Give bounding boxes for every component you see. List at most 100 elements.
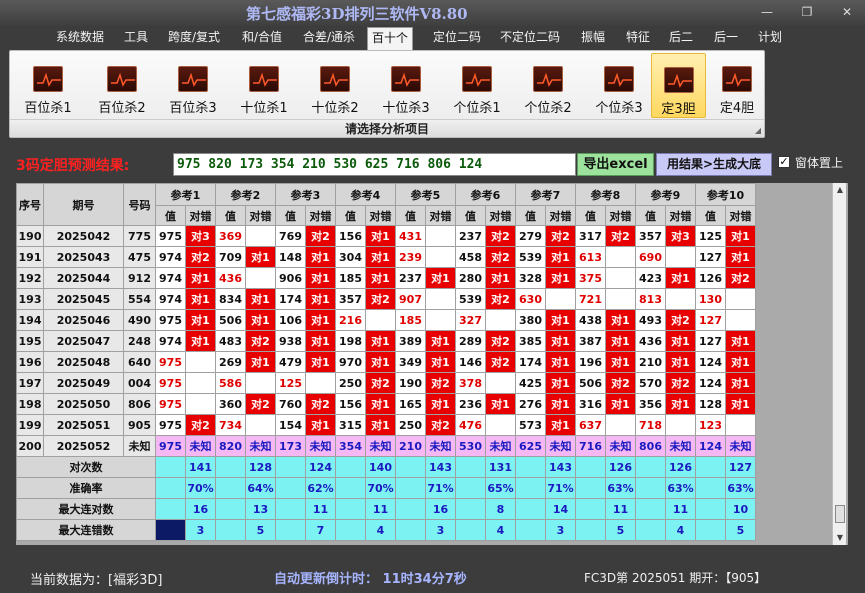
menu-item-3[interactable]: 和/合值 <box>242 29 282 46</box>
ribbon-button-0[interactable]: 百位杀1 <box>13 53 83 118</box>
table-row[interactable]: 194 2025046 490 975 对1 506 对1 106 对1 216 185 327 380… <box>16 309 756 331</box>
prediction-label: 3码定胆预测结果: <box>16 158 130 174</box>
table-row[interactable]: 190 2025042 775 975 对3 369 769 对2 156 对1 431 237 对2 2… <box>16 225 756 247</box>
menu-item-4[interactable]: 合差/通杀 <box>303 29 355 46</box>
ribbon-button-8[interactable]: 个位杀3 <box>585 53 653 118</box>
hit-status-cell: 对1 <box>605 393 636 415</box>
ref-value-cell: 974 <box>155 246 186 268</box>
hit-status-cell: 对1 <box>545 393 576 415</box>
hit-status-cell: 对2 <box>665 309 696 331</box>
hit-status-cell: 对1 <box>365 225 396 247</box>
ref-value-cell: 156 <box>335 225 366 247</box>
stats-row: 最大连错数 3 5 7 4 3 4 3 5 4 5 <box>16 519 756 541</box>
ref-value-cell: 237 <box>395 267 426 289</box>
generate-base-button[interactable]: 用结果>生成大底 <box>656 153 772 176</box>
menu-item-8[interactable]: 振幅 <box>581 29 605 46</box>
ref-value-cell: 436 <box>635 330 666 352</box>
prediction-value-cell: 820 <box>215 435 246 457</box>
minimize-icon[interactable]: — <box>760 6 774 18</box>
title-bar: 第七感福彩3D排列三软件V8.80 — ❐ ✕ <box>0 0 865 26</box>
row-period: 2025044 <box>43 267 124 289</box>
ref-value-cell: 375 <box>575 267 606 289</box>
ribbon-button-6[interactable]: 个位杀1 <box>443 53 511 118</box>
ref-value-cell: 328 <box>515 267 546 289</box>
ribbon-button-7[interactable]: 个位杀2 <box>514 53 582 118</box>
ref-value-cell: 196 <box>575 351 606 373</box>
stats-value-cell: 124 <box>305 456 336 478</box>
hit-status-cell <box>485 414 516 436</box>
menu-item-2[interactable]: 跨度/复式 <box>168 29 220 46</box>
maximize-icon[interactable]: ❐ <box>800 6 814 18</box>
ref-value-cell: 279 <box>515 225 546 247</box>
stats-pad-cell <box>455 498 486 520</box>
chart-icon <box>391 66 421 92</box>
table-row[interactable]: 198 2025050 806 975 360 对2 760 对2 156 对1 165 对1 236 对… <box>16 393 756 415</box>
menu-item-1[interactable]: 工具 <box>124 29 148 46</box>
stats-pad-cell <box>635 498 666 520</box>
ribbon-button-2[interactable]: 百位杀3 <box>159 53 227 118</box>
ribbon-button-10[interactable]: 定4胆 <box>713 53 761 118</box>
col-header-ref-1: 参考1 <box>155 183 216 206</box>
hit-status-cell: 对1 <box>545 267 576 289</box>
table-row[interactable]: 192 2025044 912 974 对1 436 906 对1 185 对1 237 对1 280 对… <box>16 267 756 289</box>
hit-status-cell: 对1 <box>725 330 756 352</box>
ribbon-button-9[interactable]: 定3胆 <box>651 53 706 118</box>
menu-item-7[interactable]: 不定位二码 <box>500 29 560 46</box>
ribbon-launcher-icon[interactable]: ◢ <box>755 126 761 135</box>
prediction-result-field[interactable]: 975 820 173 354 210 530 625 716 806 124 <box>173 153 576 176</box>
menu-item-9[interactable]: 特征 <box>626 29 650 46</box>
menu-item-10[interactable]: 后二 <box>669 29 693 46</box>
ref-value-cell: 165 <box>395 393 426 415</box>
ribbon-button-1[interactable]: 百位杀2 <box>88 53 156 118</box>
prediction-value-cell: 354 <box>335 435 366 457</box>
menu-item-5[interactable]: 百十个 <box>367 27 414 50</box>
ref-value-cell: 479 <box>275 351 306 373</box>
sub-header-duicuo: 对错 <box>305 205 336 226</box>
stats-value-cell: 3 <box>185 519 216 541</box>
table-row[interactable]: 197 2025049 004 975 586 125 250 对2 190 对2 378 425 对1… <box>16 372 756 394</box>
ref-value-cell: 539 <box>455 288 486 310</box>
ribbon-button-5[interactable]: 十位杀3 <box>372 53 440 118</box>
hit-status-cell: 对1 <box>665 267 696 289</box>
ribbon-button-label: 百位杀3 <box>169 101 217 116</box>
stats-value-cell: 5 <box>725 519 756 541</box>
ref-value-cell: 316 <box>575 393 606 415</box>
stats-value-cell: 62% <box>305 477 336 499</box>
topmost-checkbox[interactable]: ✓ <box>778 156 790 168</box>
scroll-up-icon[interactable]: ▲ <box>833 183 847 197</box>
menu-item-6[interactable]: 定位二码 <box>433 29 481 46</box>
table-row[interactable]: 199 2025051 905 975 对2 734 154 对1 315 对1 250 对2 476 5… <box>16 414 756 436</box>
prediction-unknown-cell: 未知 <box>605 435 636 457</box>
ribbon-button-4[interactable]: 十位杀2 <box>301 53 369 118</box>
ref-value-cell: 156 <box>335 393 366 415</box>
menu-item-12[interactable]: 计划 <box>758 29 782 46</box>
stats-pad-cell <box>155 519 186 541</box>
ribbon-button-3[interactable]: 十位杀1 <box>230 53 298 118</box>
close-icon[interactable]: ✕ <box>840 6 854 18</box>
ref-value-cell: 236 <box>455 393 486 415</box>
hit-status-cell: 对1 <box>365 246 396 268</box>
table-row[interactable]: 196 2025048 640 975 269 对1 479 对1 970 对1 349 对1 146 对… <box>16 351 756 373</box>
sub-header-val: 值 <box>515 205 546 226</box>
menu-item-0[interactable]: 系统数据 <box>56 29 104 46</box>
scroll-down-icon[interactable]: ▼ <box>833 531 847 545</box>
vertical-scrollbar[interactable]: ▲ ▼ <box>832 183 846 545</box>
sub-header-duicuo: 对错 <box>725 205 756 226</box>
stats-row: 对次数 141 128 124 140 143 131 143 126 126 127 <box>16 456 756 478</box>
ref-value-cell: 216 <box>335 309 366 331</box>
ref-value-cell: 813 <box>635 288 666 310</box>
table-row[interactable]: 195 2025047 248 974 对1 483 对2 938 对1 198 对1 389 对1 28… <box>16 330 756 352</box>
ref-value-cell: 476 <box>455 414 486 436</box>
hit-status-cell: 对1 <box>305 414 336 436</box>
menu-bar: 系统数据 工具 跨度/复式 和/合值 合差/通杀 百十个 定位二码 不定位二码 振幅 特征 后二 后一… <box>0 26 865 50</box>
prediction-row[interactable]: 200 2025052 未知 975 未知 820 未知 173 未知 354 未知 210 未知 530… <box>16 435 756 457</box>
table-row[interactable]: 193 2025045 554 974 对1 834 对1 174 对1 357 对2 907 539 对… <box>16 288 756 310</box>
menu-item-11[interactable]: 后一 <box>714 29 738 46</box>
table-row[interactable]: 191 2025043 475 974 对2 709 对1 148 对1 304 对1 239 458 对… <box>16 246 756 268</box>
ref-value-cell: 974 <box>155 288 186 310</box>
scroll-thumb[interactable] <box>835 505 845 523</box>
export-excel-button[interactable]: 导出excel <box>577 153 654 176</box>
hit-status-cell: 对1 <box>725 372 756 394</box>
sub-header-val: 值 <box>455 205 486 226</box>
row-number: 775 <box>123 225 156 247</box>
